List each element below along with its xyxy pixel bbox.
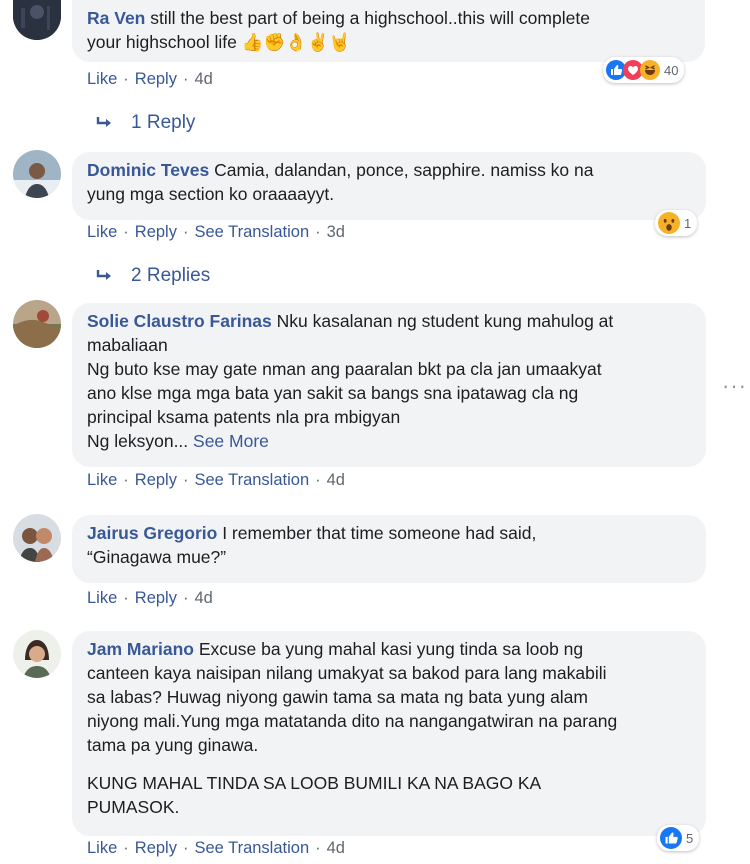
comment-author[interactable]: Dominic Teves (87, 160, 209, 180)
comment-text: Ng leksyon... (87, 431, 189, 451)
comment-text: ano klse mga mga bata yan sakit sa bangs… (87, 383, 579, 403)
comment-timestamp[interactable]: 4d (327, 471, 345, 489)
comment-text: Excuse ba yung mahal kasi yung tinda sa … (198, 639, 584, 659)
comment-text: niyong mali.Yung mga matatanda dito na n… (87, 711, 618, 731)
reply-arrow-icon (96, 269, 111, 280)
avatar[interactable] (13, 630, 61, 678)
see-more-link[interactable]: See More (193, 431, 269, 451)
reply-link[interactable]: Reply (135, 589, 177, 607)
like-link[interactable]: Like (87, 589, 117, 607)
reply-link[interactable]: Reply (135, 839, 177, 857)
avatar[interactable] (13, 300, 61, 348)
more-options-icon[interactable]: ··· (722, 373, 747, 399)
comment-text: “Ginagawa mue?” (87, 547, 227, 567)
reaction-summary[interactable]: 5 (657, 825, 700, 851)
view-replies-link[interactable]: 2 Replies (96, 265, 210, 287)
comment-text: yung mga section ko oraaaayyt. (87, 184, 335, 204)
comment-author[interactable]: Jam Mariano (87, 639, 194, 659)
comment-text: mabaliaan (87, 335, 168, 355)
comment-actions: Like · Reply · See Translation · 4d (87, 471, 345, 489)
like-reaction-icon (660, 827, 682, 849)
comment-text: PUMASOK. (87, 797, 180, 817)
comment-bubble: Jam Mariano Excuse ba yung mahal kasi yu… (72, 631, 706, 836)
comment-text: I remember that time someone had said, (222, 523, 537, 543)
see-translation-link[interactable]: See Translation (194, 471, 309, 489)
like-link[interactable]: Like (87, 471, 117, 489)
comment-timestamp[interactable]: 4d (327, 839, 345, 857)
wow-reaction-icon (658, 212, 680, 234)
comment-actions: Like · Reply · 4d (87, 589, 213, 607)
see-translation-link[interactable]: See Translation (194, 839, 309, 857)
view-replies-label: 2 Replies (131, 265, 211, 286)
view-replies-label: 1 Reply (131, 112, 196, 133)
reply-link[interactable]: Reply (135, 70, 177, 88)
comment-text: your highschool life 👍✊👌✌🤘 (87, 32, 351, 52)
comment-timestamp[interactable]: 4d (194, 70, 212, 88)
comment-author[interactable]: Jairus Gregorio (87, 523, 217, 543)
reaction-count: 1 (684, 215, 692, 231)
avatar[interactable] (13, 150, 61, 198)
comment-bubble: Solie Claustro Farinas Nku kasalanan ng … (72, 303, 706, 467)
comment-actions: Like · Reply · See Translation · 4d (87, 839, 345, 857)
comment-text: sa labas? Huwag niyong gawin tama sa mat… (87, 687, 588, 707)
reaction-count: 5 (686, 830, 694, 846)
reply-link[interactable]: Reply (135, 223, 177, 241)
comment-text: still the best part of being a highschoo… (150, 8, 590, 28)
comment-text: KUNG MAHAL TINDA SA LOOB BUMILI KA NA BA… (87, 773, 542, 793)
like-link[interactable]: Like (87, 70, 117, 88)
like-link[interactable]: Like (87, 839, 117, 857)
reaction-summary[interactable]: 1 (655, 210, 698, 236)
comment-actions: Like · Reply · 4d (87, 70, 213, 88)
comment-timestamp[interactable]: 3d (327, 223, 345, 241)
comment-author[interactable]: Solie Claustro Farinas (87, 311, 272, 331)
see-translation-link[interactable]: See Translation (194, 223, 309, 241)
reaction-count: 40 (664, 62, 679, 78)
comment-text: Nku kasalanan ng student kung mahulog at (276, 311, 614, 331)
comment-text: canteen kaya naisipan nilang umakyat sa … (87, 663, 607, 683)
haha-reaction-icon (640, 60, 660, 80)
like-link[interactable]: Like (87, 223, 117, 241)
avatar[interactable] (13, 0, 61, 40)
comment-bubble: Jairus Gregorio I remember that time som… (72, 515, 706, 583)
comment-bubble: Dominic Teves Camia, dalandan, ponce, sa… (72, 152, 706, 220)
comment-text: tama pa yung ginawa. (87, 735, 259, 755)
comment-bubble: Ra Ven still the best part of being a hi… (72, 0, 705, 62)
comment-text: Ng buto kse may gate nman ang paaralan b… (87, 359, 602, 379)
comment-text: principal ksama patents nla pra mbigyan (87, 407, 401, 427)
comment-author[interactable]: Ra Ven (87, 8, 145, 28)
reply-link[interactable]: Reply (135, 471, 177, 489)
comment-timestamp[interactable]: 4d (194, 589, 212, 607)
avatar[interactable] (13, 514, 61, 562)
comment-actions: Like · Reply · See Translation · 3d (87, 223, 345, 241)
reaction-summary[interactable]: 40 (603, 57, 685, 83)
comment-text: Camia, dalandan, ponce, sapphire. namiss… (214, 160, 594, 180)
view-replies-link[interactable]: 1 Reply (96, 112, 195, 134)
reply-arrow-icon (96, 116, 111, 127)
